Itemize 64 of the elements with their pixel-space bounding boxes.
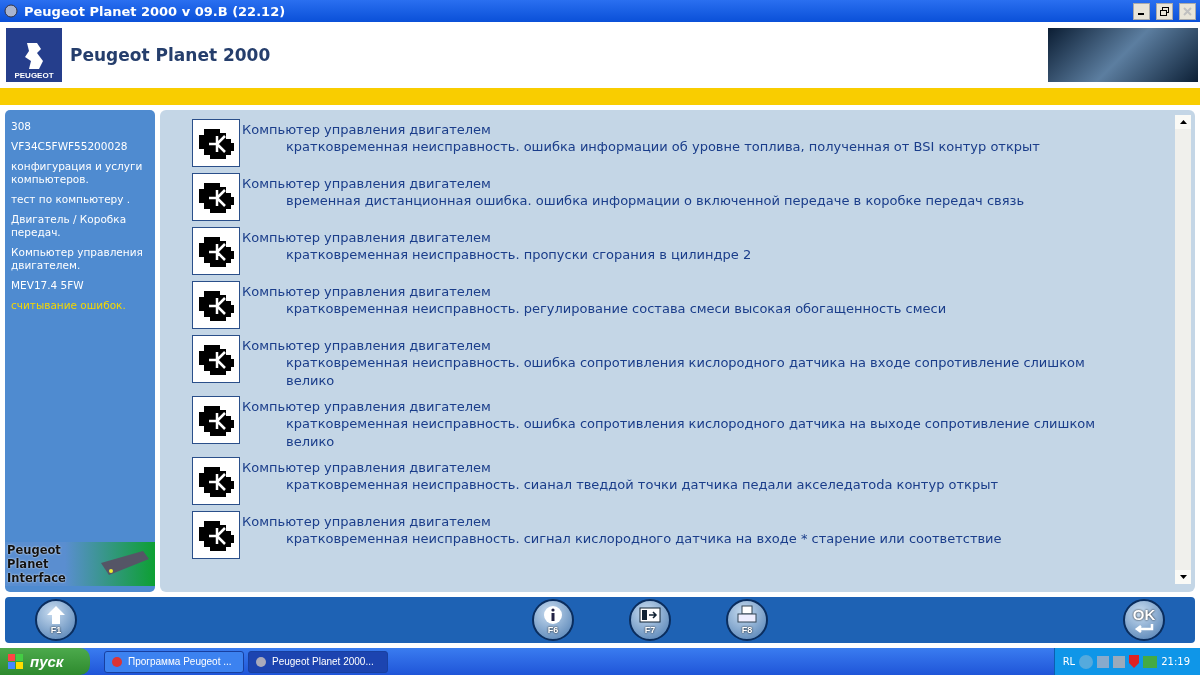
fault-ecu: Компьютер управления двигателем [242,398,492,415]
engine-icon [192,511,240,559]
ok-button[interactable]: OK [1123,599,1165,641]
breadcrumb-item: Двигатель / Коробка передач. [10,213,128,240]
breadcrumb-item: VF34C5FWF55200028 [10,140,129,154]
engine-icon [192,335,240,383]
windows-flag-icon [8,653,24,670]
function-key-button[interactable]: F7 [629,599,671,641]
fault-ecu: Компьютер управления двигателем [242,459,492,476]
engine-icon [192,281,240,329]
arrow-up-icon [45,605,67,625]
fault-description: кратковременная неисправность. сигнал кислородного датчика на входе * старение или соответствие [285,530,1002,548]
engine-icon [192,396,240,444]
fault-ecu: Компьютер управления двигателем [242,337,492,354]
fault-description: кратковременная неисправность. регулирование состава смеси высокая обогащенность смеси [285,300,947,318]
function-key-button[interactable]: F8 [726,599,768,641]
fault-description: кратковременная неисправность. пропуски сгорания в цилиндре 2 [285,246,752,264]
globe-icon [4,4,18,18]
brand-text: PEUGEOT [14,71,54,80]
fault-description: кратковременная неисправность. ошибка сопротивления кислородного датчика на входе сопротивление слишком велико [285,354,1086,390]
app-title: Peugeot Planet 2000 [70,45,272,65]
enter-arrow-icon [1133,623,1155,633]
engine-icon [192,173,240,221]
banner-text: Peugeot Planet Interface [7,543,67,585]
breadcrumb-item: тест по компьютеру . [10,193,132,207]
fault-ecu: Компьютер управления двигателем [242,175,492,192]
function-key-button[interactable]: F1 [35,599,77,641]
exit-door-icon [639,605,661,625]
minimize-button[interactable] [1133,2,1150,20]
fault-ecu: Компьютер управления двигателем [242,283,492,300]
fault-description: кратковременная неисправность. сианал тведдой точки датчика педали акселедатoda контур открыт [285,476,998,494]
shield-icon[interactable] [1129,655,1140,668]
breadcrumb-item: считывание ошибок. [10,299,127,313]
function-key-button[interactable]: F6 [532,599,574,641]
close-button[interactable] [1179,2,1196,20]
breadcrumb-item: конфигурация и услуги компьютеров. [10,160,144,187]
breadcrumb-item: Компьютер управления двигателем. [10,246,144,273]
engine-icon [192,457,240,505]
language-indicator: RL [1062,656,1076,667]
globe-icon [255,655,267,668]
scrollbar[interactable] [1175,115,1191,584]
fault-description: кратковременная неисправность. ошибка информации об уровне топлива, полученная от BSI контур открыт [285,138,1040,156]
breadcrumb-item: MEV17.4 5FW [10,279,85,293]
printer-icon [736,605,758,625]
info-icon [542,605,564,625]
taskbar-button[interactable]: Программа Peugeot ... [104,650,244,673]
scroll-up-icon [1179,120,1187,124]
restore-icon [1160,6,1169,16]
restore-button[interactable] [1156,2,1173,20]
engine-icon [192,119,240,167]
tray-app-icon[interactable] [1143,655,1158,668]
fault-description: временная дистанционная ошибка. ошибка информации о включенной передаче в коробке передач связь [285,192,1025,210]
start-button[interactable]: пуск [0,648,90,675]
scroll-down-icon [1179,575,1187,579]
fault-ecu: Компьютер управления двигателем [242,121,492,138]
window-title: Peugeot Planet 2000 v 09.B (22.12) [24,3,287,19]
fault-description: кратковременная неисправность. ошибка сопротивления кислородного датчика на выходе сопротивление слишком велико [285,415,1097,451]
taskbar-button[interactable]: Peugeot Planet 2000... [248,650,388,673]
fault-ecu: Компьютер управления двигателем [242,229,492,246]
clock: 21:19 [1161,656,1190,667]
close-icon [1183,6,1192,16]
engine-icon [192,227,240,275]
breadcrumb-item: 308 [10,120,33,134]
fault-ecu: Компьютер управления двигателем [242,513,492,530]
